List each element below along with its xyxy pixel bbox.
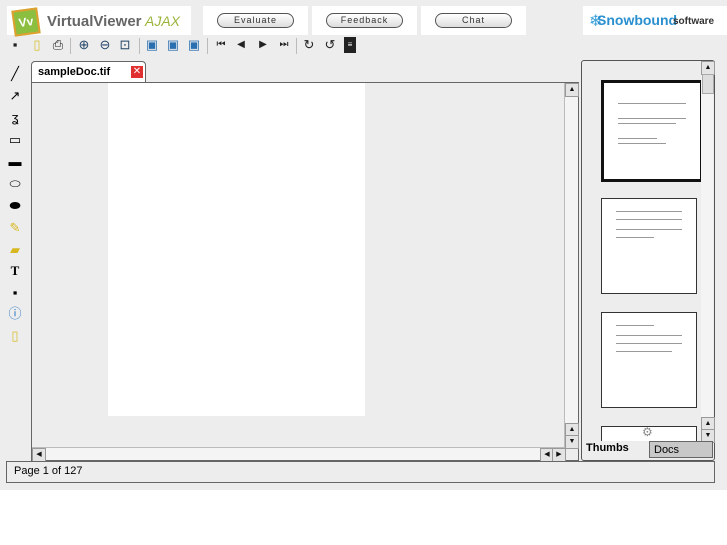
close-tab-icon[interactable]: ✕ [131,66,143,78]
thumbnail-page-3[interactable] [601,312,697,408]
zoom-rect-icon[interactable]: ⊡ [117,37,133,53]
toolbar-divider [207,38,208,54]
save-icon[interactable]: ▪ [7,37,23,53]
last-page-icon[interactable]: ⏭ [276,37,292,53]
tab-docs[interactable]: Docs [649,441,713,458]
page-manipulation-icon[interactable]: ≡ [344,37,356,53]
sticky-note-tool-icon[interactable]: ▰ [6,241,24,259]
toolbar-divider [296,38,297,54]
scroll-left-icon[interactable]: ◀ [32,448,46,462]
line-tool-icon[interactable]: ╱ [6,65,24,83]
evaluate-box: Evaluate [203,6,308,35]
toolbar-divider [139,38,140,54]
filled-ellipse-tool-icon[interactable]: ⬬ [6,197,24,215]
vertical-scrollbar[interactable]: ▲ ▲ ▼ [564,83,579,449]
print-icon[interactable]: ⎙ [50,37,66,53]
loading-spinner-icon: ⚙ [642,425,653,439]
rectangle-tool-icon[interactable]: ▭ [6,131,24,149]
toolbar-divider [70,38,71,54]
thumbnail-page-1[interactable] [601,80,703,182]
fit-width-icon[interactable]: ▣ [186,37,202,53]
ellipse-tool-icon[interactable]: ⬭ [6,175,24,193]
arrow-tool-icon[interactable]: ↗ [6,87,24,105]
freehand-tool-icon[interactable]: ʓ [6,109,24,127]
status-bar: Page 1 of 127 [6,461,715,483]
first-page-icon[interactable]: ⏮ [213,37,229,53]
thumbnail-panel: ⚙ ▲ ▲ ▼ Thumbs Docs [581,60,715,461]
chat-button[interactable]: Chat [435,13,512,28]
filled-rectangle-tool-icon[interactable]: ▬ [6,153,24,171]
horizontal-scrollbar[interactable]: ◀ ◀ ▶ [32,447,566,462]
highlighter-tool-icon[interactable]: ✎ [6,219,24,237]
rotate-ccw-icon[interactable]: ↺ [322,37,338,53]
page-count: Page 1 of 127 [14,465,83,477]
tab-thumbs[interactable]: Thumbs [586,442,629,454]
evaluate-button[interactable]: Evaluate [217,13,294,28]
document-tab[interactable]: sampleDoc.tif ✕ [31,61,146,83]
logo: Vv VirtualViewer AJAX [7,6,191,37]
scroll-up-icon[interactable]: ▲ [701,61,715,75]
scroll-up-icon[interactable]: ▲ [565,83,579,97]
save-annotations-icon[interactable]: ▪ [6,284,24,302]
zoom-in-icon[interactable]: ⊕ [76,37,92,53]
zoom-out-icon[interactable]: ⊖ [97,37,113,53]
feedback-box: Feedback [312,6,417,35]
fit-height-icon[interactable]: ▣ [165,37,181,53]
chat-box: Chat [421,6,526,35]
document-viewer[interactable]: ▲ ▲ ▼ ◀ ◀ ▶ [31,82,579,462]
fit-page-icon[interactable]: ▣ [144,37,160,53]
thumbnail-page-4[interactable]: ⚙ [601,425,697,441]
document-page [108,83,365,416]
brand-suffix: software [673,16,715,27]
logo-icon: Vv [11,7,41,37]
document-tab-label: sampleDoc.tif [38,66,111,78]
annotation-info-icon[interactable]: ⓘ [6,305,24,323]
brand-name: Snowbound [597,12,678,28]
logo-suffix: AJAX [145,13,181,29]
text-tool-icon[interactable]: T [6,262,24,280]
new-note-icon[interactable]: ▯ [29,37,45,53]
scroll-down-icon[interactable]: ▼ [565,435,579,449]
thumbnail-page-2[interactable] [601,198,697,294]
prev-page-icon[interactable]: ◀ [233,37,249,53]
scroll-right-icon[interactable]: ▶ [552,448,566,462]
thumbnail-scrollbar[interactable]: ▲ ▲ ▼ [701,61,715,445]
next-page-icon[interactable]: ▶ [255,37,271,53]
brand-logo: ❄ Snowbound software [583,6,727,35]
feedback-button[interactable]: Feedback [326,13,403,28]
logo-text: VirtualViewer [47,13,142,30]
scroll-thumb[interactable] [702,74,714,94]
note-page-icon[interactable]: ▯ [6,327,24,345]
rotate-cw-icon[interactable]: ↻ [301,37,317,53]
